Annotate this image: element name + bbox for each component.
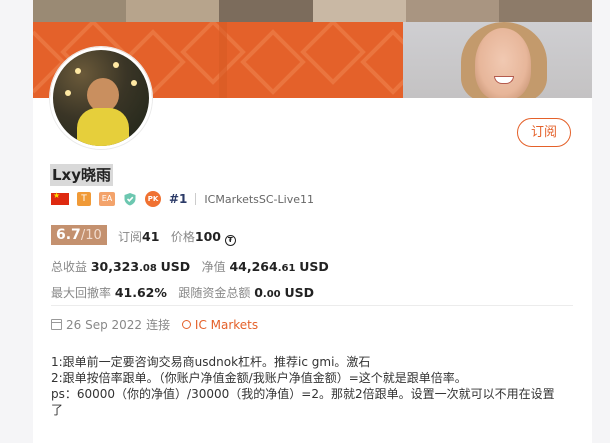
- divider: [195, 193, 197, 205]
- server-name: ICMarketsSC-Live11: [204, 192, 314, 206]
- shield-check-icon: [124, 193, 136, 206]
- pk-icon: PK: [145, 191, 161, 207]
- subscribers-count: 41: [142, 229, 160, 244]
- score-value: 6.7: [56, 227, 81, 243]
- t-badge-icon: T: [77, 192, 91, 206]
- location-pin-icon: [181, 320, 191, 329]
- description-line: ps：60000（你的净值）/30000（我的净值）=2。那就2倍跟单。设置一次…: [51, 387, 555, 401]
- equity-decimal: .61: [277, 263, 296, 274]
- trader-profile-card: 订阅 Lxy晓雨 T EA PK #1 ICMarketsSC-Live11 6…: [33, 0, 592, 443]
- copy-funds-label: 跟随资金总额: [178, 286, 251, 300]
- description-line: 1:跟单前一定要咨询交易商usdnok杠杆。推荐ic gmi。激石: [51, 355, 371, 369]
- subscribe-button[interactable]: 订阅: [517, 118, 571, 147]
- score-max: /10: [80, 228, 102, 243]
- ea-badge-icon: EA: [99, 192, 115, 206]
- calendar-icon: [51, 319, 62, 330]
- equity-value: 44,264: [229, 259, 278, 274]
- coin-icon: ₮: [224, 235, 236, 246]
- total-profit-value: 30,323: [90, 259, 140, 274]
- join-info-line: 26 Sep 2022 连接 IC Markets: [51, 316, 258, 333]
- subscribers-label: 订阅: [118, 230, 143, 244]
- equity-unit: USD: [299, 259, 329, 274]
- banner-person-photo: [403, 22, 592, 98]
- drawdown-funds-line: 最大回撤率 41.62% 跟随资金总额 0.00 USD: [51, 284, 314, 301]
- trader-name: Lxy晓雨: [50, 164, 114, 186]
- copy-funds-decimal: .00: [262, 289, 281, 300]
- description-line: 了: [51, 403, 64, 417]
- price-value: 100: [194, 229, 221, 244]
- banner-photo-strip: [33, 0, 592, 22]
- profile-description: 1:跟单前一定要咨询交易商usdnok杠杆。推荐ic gmi。激石 2:跟单按倍…: [51, 354, 581, 418]
- subscribers-price-line: 订阅41 价格100 ₮: [118, 228, 236, 246]
- copy-funds-unit: USD: [284, 285, 314, 300]
- price-label: 价格: [170, 230, 195, 244]
- join-date: 26 Sep 2022: [66, 317, 143, 332]
- total-profit-decimal: .08: [139, 263, 157, 274]
- total-profit-label: 总收益: [51, 260, 88, 274]
- equity-label: 净值: [201, 260, 226, 274]
- divider: [51, 305, 573, 306]
- badges-row: T EA PK #1 ICMarketsSC-Live11: [51, 191, 314, 207]
- copy-funds-value: 0: [254, 285, 263, 300]
- total-profit-unit: USD: [160, 259, 191, 274]
- china-flag-icon: [51, 191, 69, 205]
- max-drawdown-label: 最大回撤率: [51, 286, 112, 300]
- max-drawdown-value: 41.62%: [114, 285, 167, 300]
- connect-label: 连接: [146, 318, 171, 332]
- broker-link[interactable]: IC Markets: [195, 318, 258, 332]
- score-badge: 6.7/10: [51, 225, 107, 245]
- rank-badge: #1: [169, 192, 188, 206]
- profit-equity-line: 总收益 30,323.08 USD 净值 44,264.61 USD: [51, 258, 329, 275]
- avatar[interactable]: [50, 47, 152, 149]
- description-line: 2:跟单按倍率跟单。（你账户净值金额/我账户净值金额）=这个就是跟单倍率。: [51, 371, 467, 385]
